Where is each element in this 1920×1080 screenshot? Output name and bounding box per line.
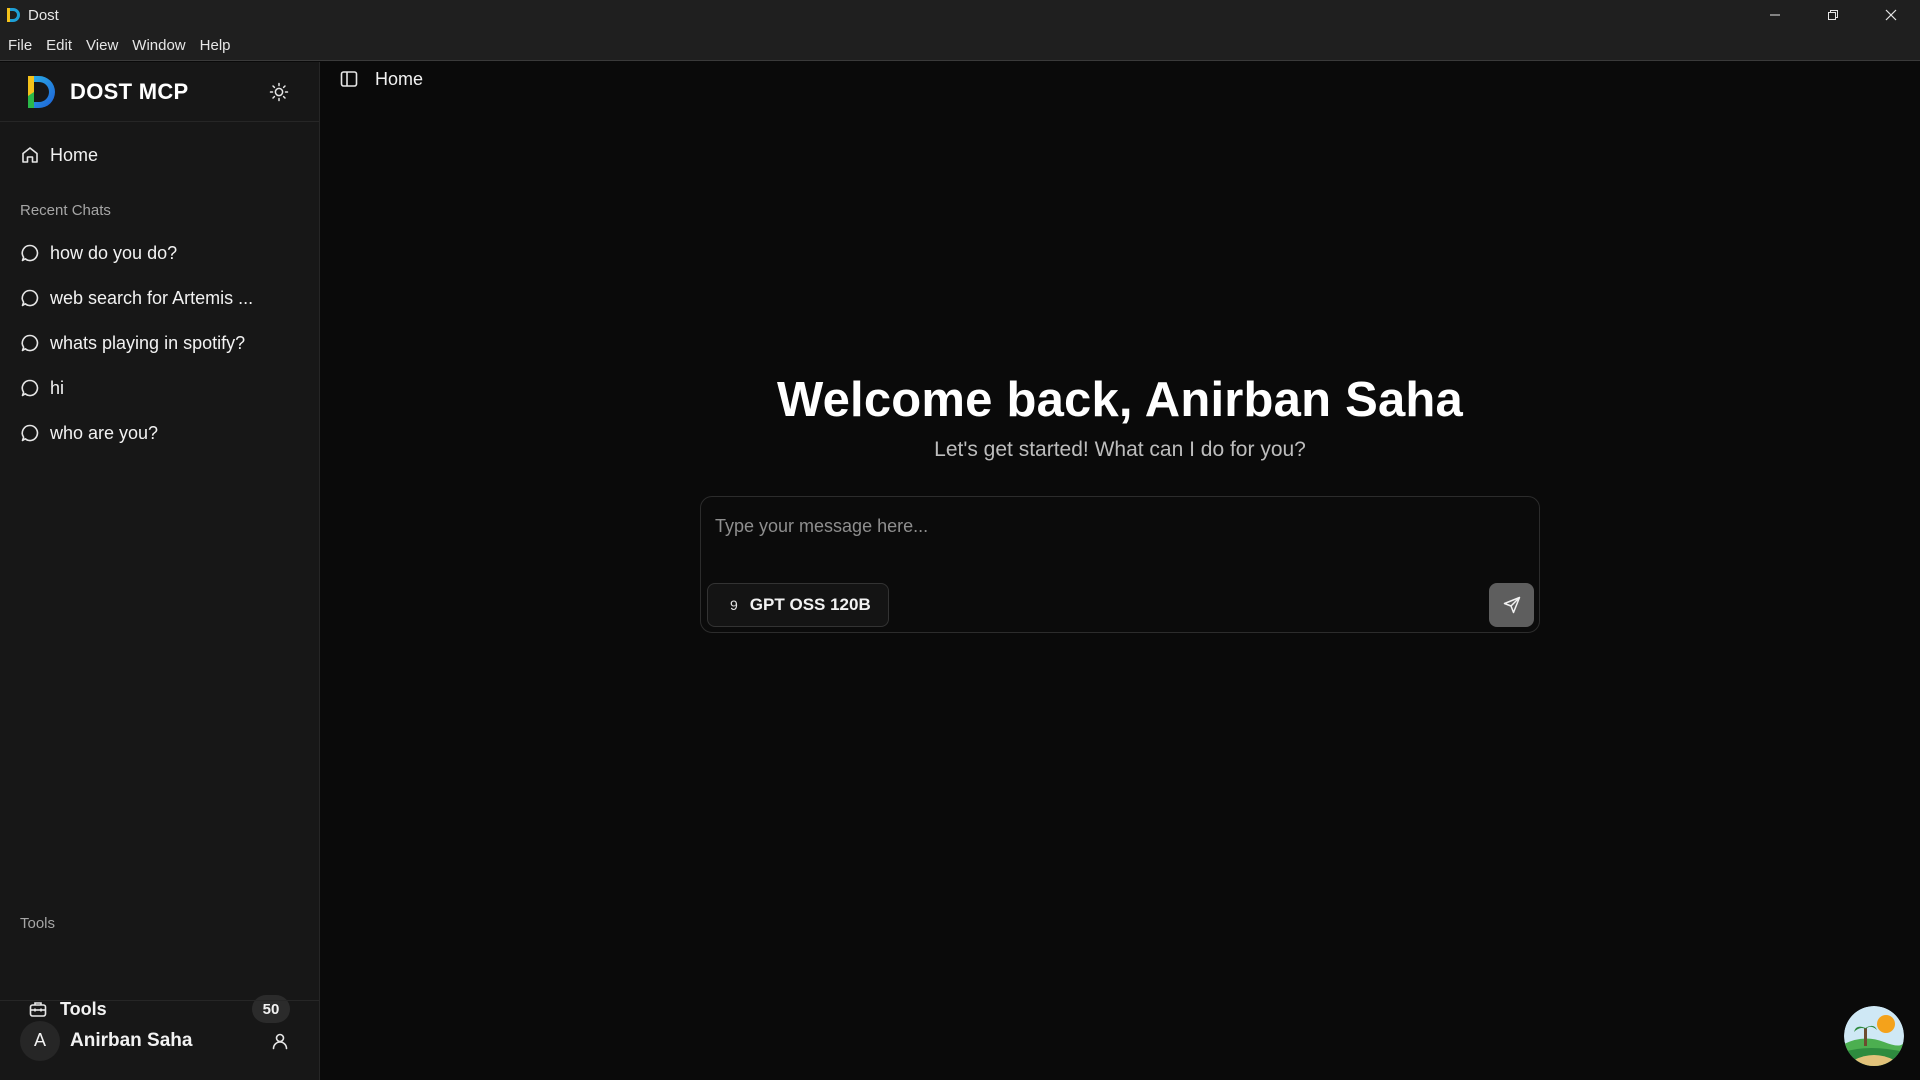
model-name: GPT OSS 120B: [749, 595, 871, 614]
chat-item-label: hi: [50, 377, 65, 398]
minimize-icon: [1770, 14, 1780, 16]
model-icon: 9: [730, 597, 738, 613]
brand-name: DOST MCP: [70, 78, 189, 104]
brand-header: DOST MCP: [0, 62, 319, 122]
window-title: Dost: [28, 6, 59, 24]
menu-help[interactable]: Help: [193, 30, 238, 61]
sidebar: DOST MCP Home Recent Chats how do you do…: [0, 62, 320, 1080]
restore-icon: [1828, 10, 1838, 20]
send-icon: [1503, 596, 1520, 614]
main-header: Home: [321, 62, 423, 96]
chat-item[interactable]: hi: [10, 369, 308, 407]
chat-item-label: whats playing in spotify?: [50, 332, 246, 353]
sun-icon[interactable]: [269, 82, 289, 102]
close-icon: [1885, 9, 1897, 21]
message-composer: 9 GPT OSS 120B: [700, 496, 1540, 633]
sidebar-item-home[interactable]: Home: [10, 136, 308, 174]
chat-item-label: how do you do?: [50, 242, 178, 263]
sidebar-item-label: Home: [50, 144, 99, 165]
window-controls: [1746, 0, 1920, 30]
message-circle-icon: [21, 379, 39, 397]
model-selector-button[interactable]: 9 GPT OSS 120B: [707, 583, 889, 627]
chat-item-label: web search for Artemis ...: [50, 287, 254, 308]
message-circle-icon: [21, 244, 39, 262]
app-logo-icon: [7, 8, 20, 22]
minimize-button[interactable]: [1746, 0, 1804, 30]
avatar: A: [20, 1020, 60, 1061]
menu-window[interactable]: Window: [125, 30, 192, 61]
restore-button[interactable]: [1804, 0, 1862, 30]
message-circle-icon: [21, 424, 39, 442]
menu-view[interactable]: View: [79, 30, 125, 61]
close-button[interactable]: [1862, 0, 1920, 30]
brand-logo-icon: [28, 75, 55, 108]
welcome-subtitle: Let's get started! What can I do for you…: [934, 438, 1306, 461]
chat-item[interactable]: whats playing in spotify?: [10, 324, 308, 362]
chat-item-label: who are you?: [50, 422, 159, 443]
chat-item[interactable]: how do you do?: [10, 234, 308, 272]
menu-file[interactable]: File: [0, 30, 39, 61]
user-icon[interactable]: [270, 1031, 290, 1051]
message-input[interactable]: [715, 511, 1515, 541]
tools-section-label: Tools: [20, 915, 56, 932]
landscape-avatar-icon: [1844, 1006, 1904, 1066]
assistant-widget[interactable]: [1844, 1006, 1904, 1066]
welcome-heading: Welcome back, Anirban Saha: [777, 373, 1463, 427]
user-profile-bar[interactable]: A Anirban Saha: [0, 1000, 320, 1080]
send-button[interactable]: [1489, 583, 1534, 627]
menu-edit[interactable]: Edit: [39, 30, 79, 61]
home-icon: [22, 147, 38, 163]
page-title: Home: [375, 68, 424, 89]
menu-bar: File Edit View Window Help: [0, 30, 1920, 61]
title-bar: Dost: [0, 0, 1920, 30]
recent-chats-label: Recent Chats: [20, 202, 111, 219]
user-name: Anirban Saha: [70, 1029, 193, 1051]
chat-item[interactable]: web search for Artemis ...: [10, 279, 308, 317]
message-circle-icon: [21, 334, 39, 352]
panel-left-icon[interactable]: [339, 69, 359, 89]
chat-item[interactable]: who are you?: [10, 414, 308, 452]
message-circle-icon: [21, 289, 39, 307]
